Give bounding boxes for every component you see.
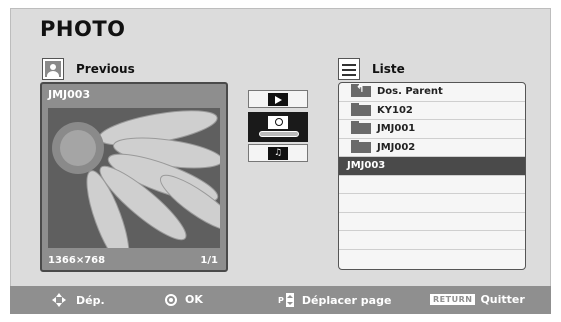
parent-folder-icon (351, 84, 371, 98)
list-item-empty (339, 231, 525, 250)
footer-move-label: Dép. (76, 293, 105, 307)
list-item-folder[interactable]: JMJ001 (339, 120, 525, 139)
p-key-label: P (278, 295, 284, 305)
list-item-empty (339, 194, 525, 213)
preview-header: Previous (42, 58, 135, 80)
list-item-empty (339, 176, 525, 194)
photo-preview-panel: JMJ003 1366×768 1/1 (40, 82, 228, 272)
list-item-label: JMJ001 (377, 123, 416, 135)
list-item-label: JMJ003 (347, 160, 386, 172)
page-updown-icon (285, 293, 294, 307)
folder-icon (351, 121, 371, 135)
play-button[interactable] (248, 90, 308, 108)
photo-thumbnail (48, 108, 220, 248)
list-item-parent-folder[interactable]: Dos. Parent (339, 83, 525, 102)
list-item-selected[interactable]: JMJ003 (339, 157, 525, 176)
slideshow-timer-icon (268, 115, 288, 129)
music-icon: ♫ (268, 146, 288, 160)
page-title: PHOTO (40, 17, 126, 41)
footer-move-hint: Dép. (52, 293, 105, 307)
list-header: Liste (338, 58, 405, 80)
footer-ok-hint: OK (165, 293, 203, 306)
list-item-label: KY102 (377, 104, 413, 116)
footer-bar: Dép. OK P Déplacer page RETURN Quitter (10, 286, 551, 314)
list-item-label: JMJ002 (377, 141, 416, 153)
preview-page-count: 1/1 (200, 255, 218, 266)
file-list: Dos. Parent KY102 JMJ001 JMJ002 JMJ003 (338, 82, 526, 270)
footer-page-hint: P Déplacer page (278, 293, 391, 307)
preview-header-label: Previous (76, 62, 135, 76)
list-header-label: Liste (372, 62, 405, 76)
photo-icon (42, 58, 64, 80)
folder-icon (351, 102, 371, 116)
ok-icon (165, 293, 177, 306)
return-key-icon: RETURN (430, 294, 476, 305)
preview-resolution: 1366×768 (48, 255, 106, 266)
list-item-folder[interactable]: KY102 (339, 102, 525, 120)
music-button[interactable]: ♫ (248, 144, 308, 162)
list-item-label: Dos. Parent (377, 86, 443, 98)
list-item-folder[interactable]: JMJ002 (339, 139, 525, 157)
footer-quit-label: Quitter (480, 293, 525, 306)
play-icon (268, 92, 288, 106)
list-item-empty (339, 213, 525, 231)
dpad-icon (52, 293, 66, 307)
footer-return-hint: RETURN Quitter (430, 293, 525, 306)
footer-page-label: Déplacer page (301, 293, 392, 307)
preview-filename: JMJ003 (48, 88, 91, 101)
slideshow-timer-button[interactable] (248, 112, 308, 142)
footer-ok-label: OK (185, 293, 203, 306)
interval-slider[interactable] (259, 131, 299, 137)
folder-icon (351, 139, 371, 153)
list-icon (338, 58, 360, 80)
